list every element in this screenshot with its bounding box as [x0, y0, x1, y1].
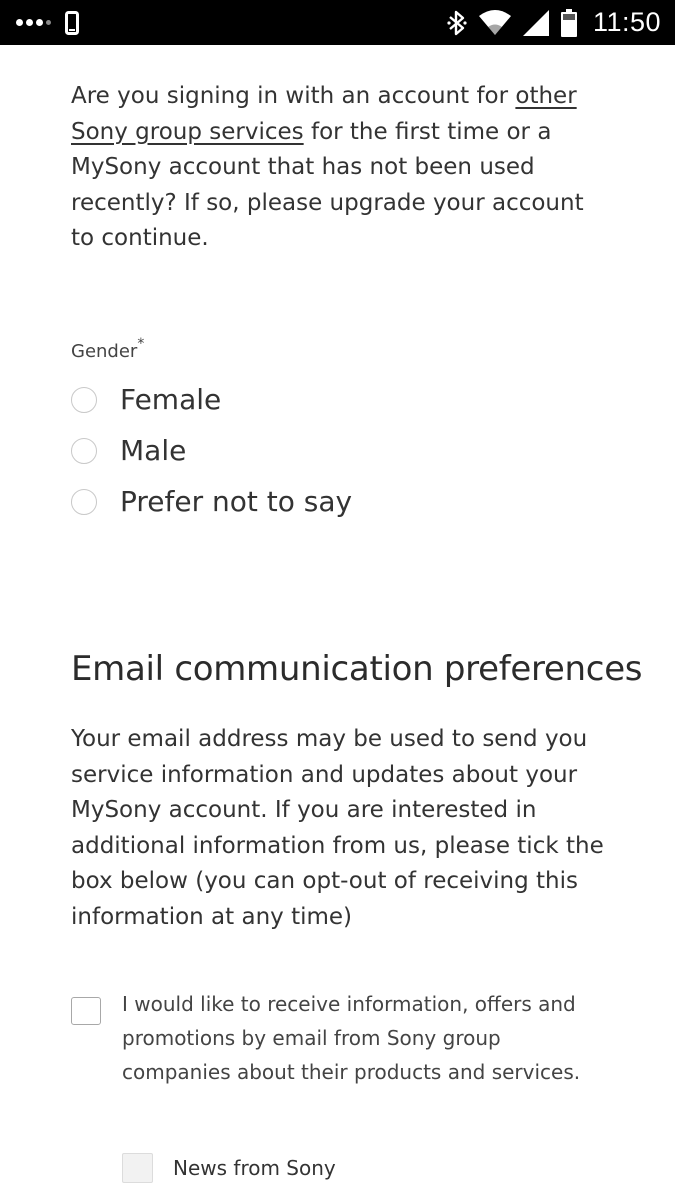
wifi-icon — [478, 9, 511, 35]
status-bar-left — [16, 0, 79, 45]
email-opt-in-checkbox[interactable] — [71, 997, 101, 1025]
radio-label-male[interactable]: Male — [120, 433, 186, 469]
email-opt-in-label[interactable]: I would like to receive information, off… — [122, 987, 592, 1089]
news-from-sony-row[interactable]: News from Sony — [122, 1150, 336, 1186]
email-prefs-description: Your email address may be used to send y… — [71, 726, 604, 930]
email-opt-in-row[interactable]: I would like to receive information, off… — [71, 987, 611, 1089]
status-time: 11:50 — [592, 7, 661, 37]
required-mark: * — [137, 336, 145, 352]
radio-circle-female[interactable] — [71, 387, 97, 413]
signal-dots-icon — [16, 19, 51, 26]
status-bar-right: 11:50 — [447, 0, 661, 45]
intro-text: Are you signing in with an account for o… — [71, 79, 611, 257]
radio-male[interactable]: Male — [71, 433, 186, 469]
radio-label-prefer-not-to-say[interactable]: Prefer not to say — [120, 484, 352, 520]
bluetooth-icon — [447, 10, 467, 35]
news-from-sony-checkbox[interactable] — [122, 1153, 153, 1183]
phone-icon — [65, 10, 79, 35]
gender-label-text: Gender — [71, 341, 138, 362]
radio-prefer-not-to-say[interactable]: Prefer not to say — [71, 484, 352, 520]
intro-prefix: Are you signing in with an account for — [71, 83, 516, 109]
gender-label: Gender* — [71, 336, 145, 362]
radio-circle-male[interactable] — [71, 438, 97, 464]
email-prefs-title: Email communication preferences — [71, 649, 643, 689]
cell-signal-icon — [522, 9, 549, 36]
radio-female[interactable]: Female — [71, 382, 221, 418]
battery-icon — [560, 8, 577, 37]
status-bar: 11:50 — [0, 0, 675, 45]
radio-circle-prefer-not-to-say[interactable] — [71, 489, 97, 515]
radio-label-female[interactable]: Female — [120, 382, 221, 418]
news-from-sony-label[interactable]: News from Sony — [173, 1150, 336, 1186]
